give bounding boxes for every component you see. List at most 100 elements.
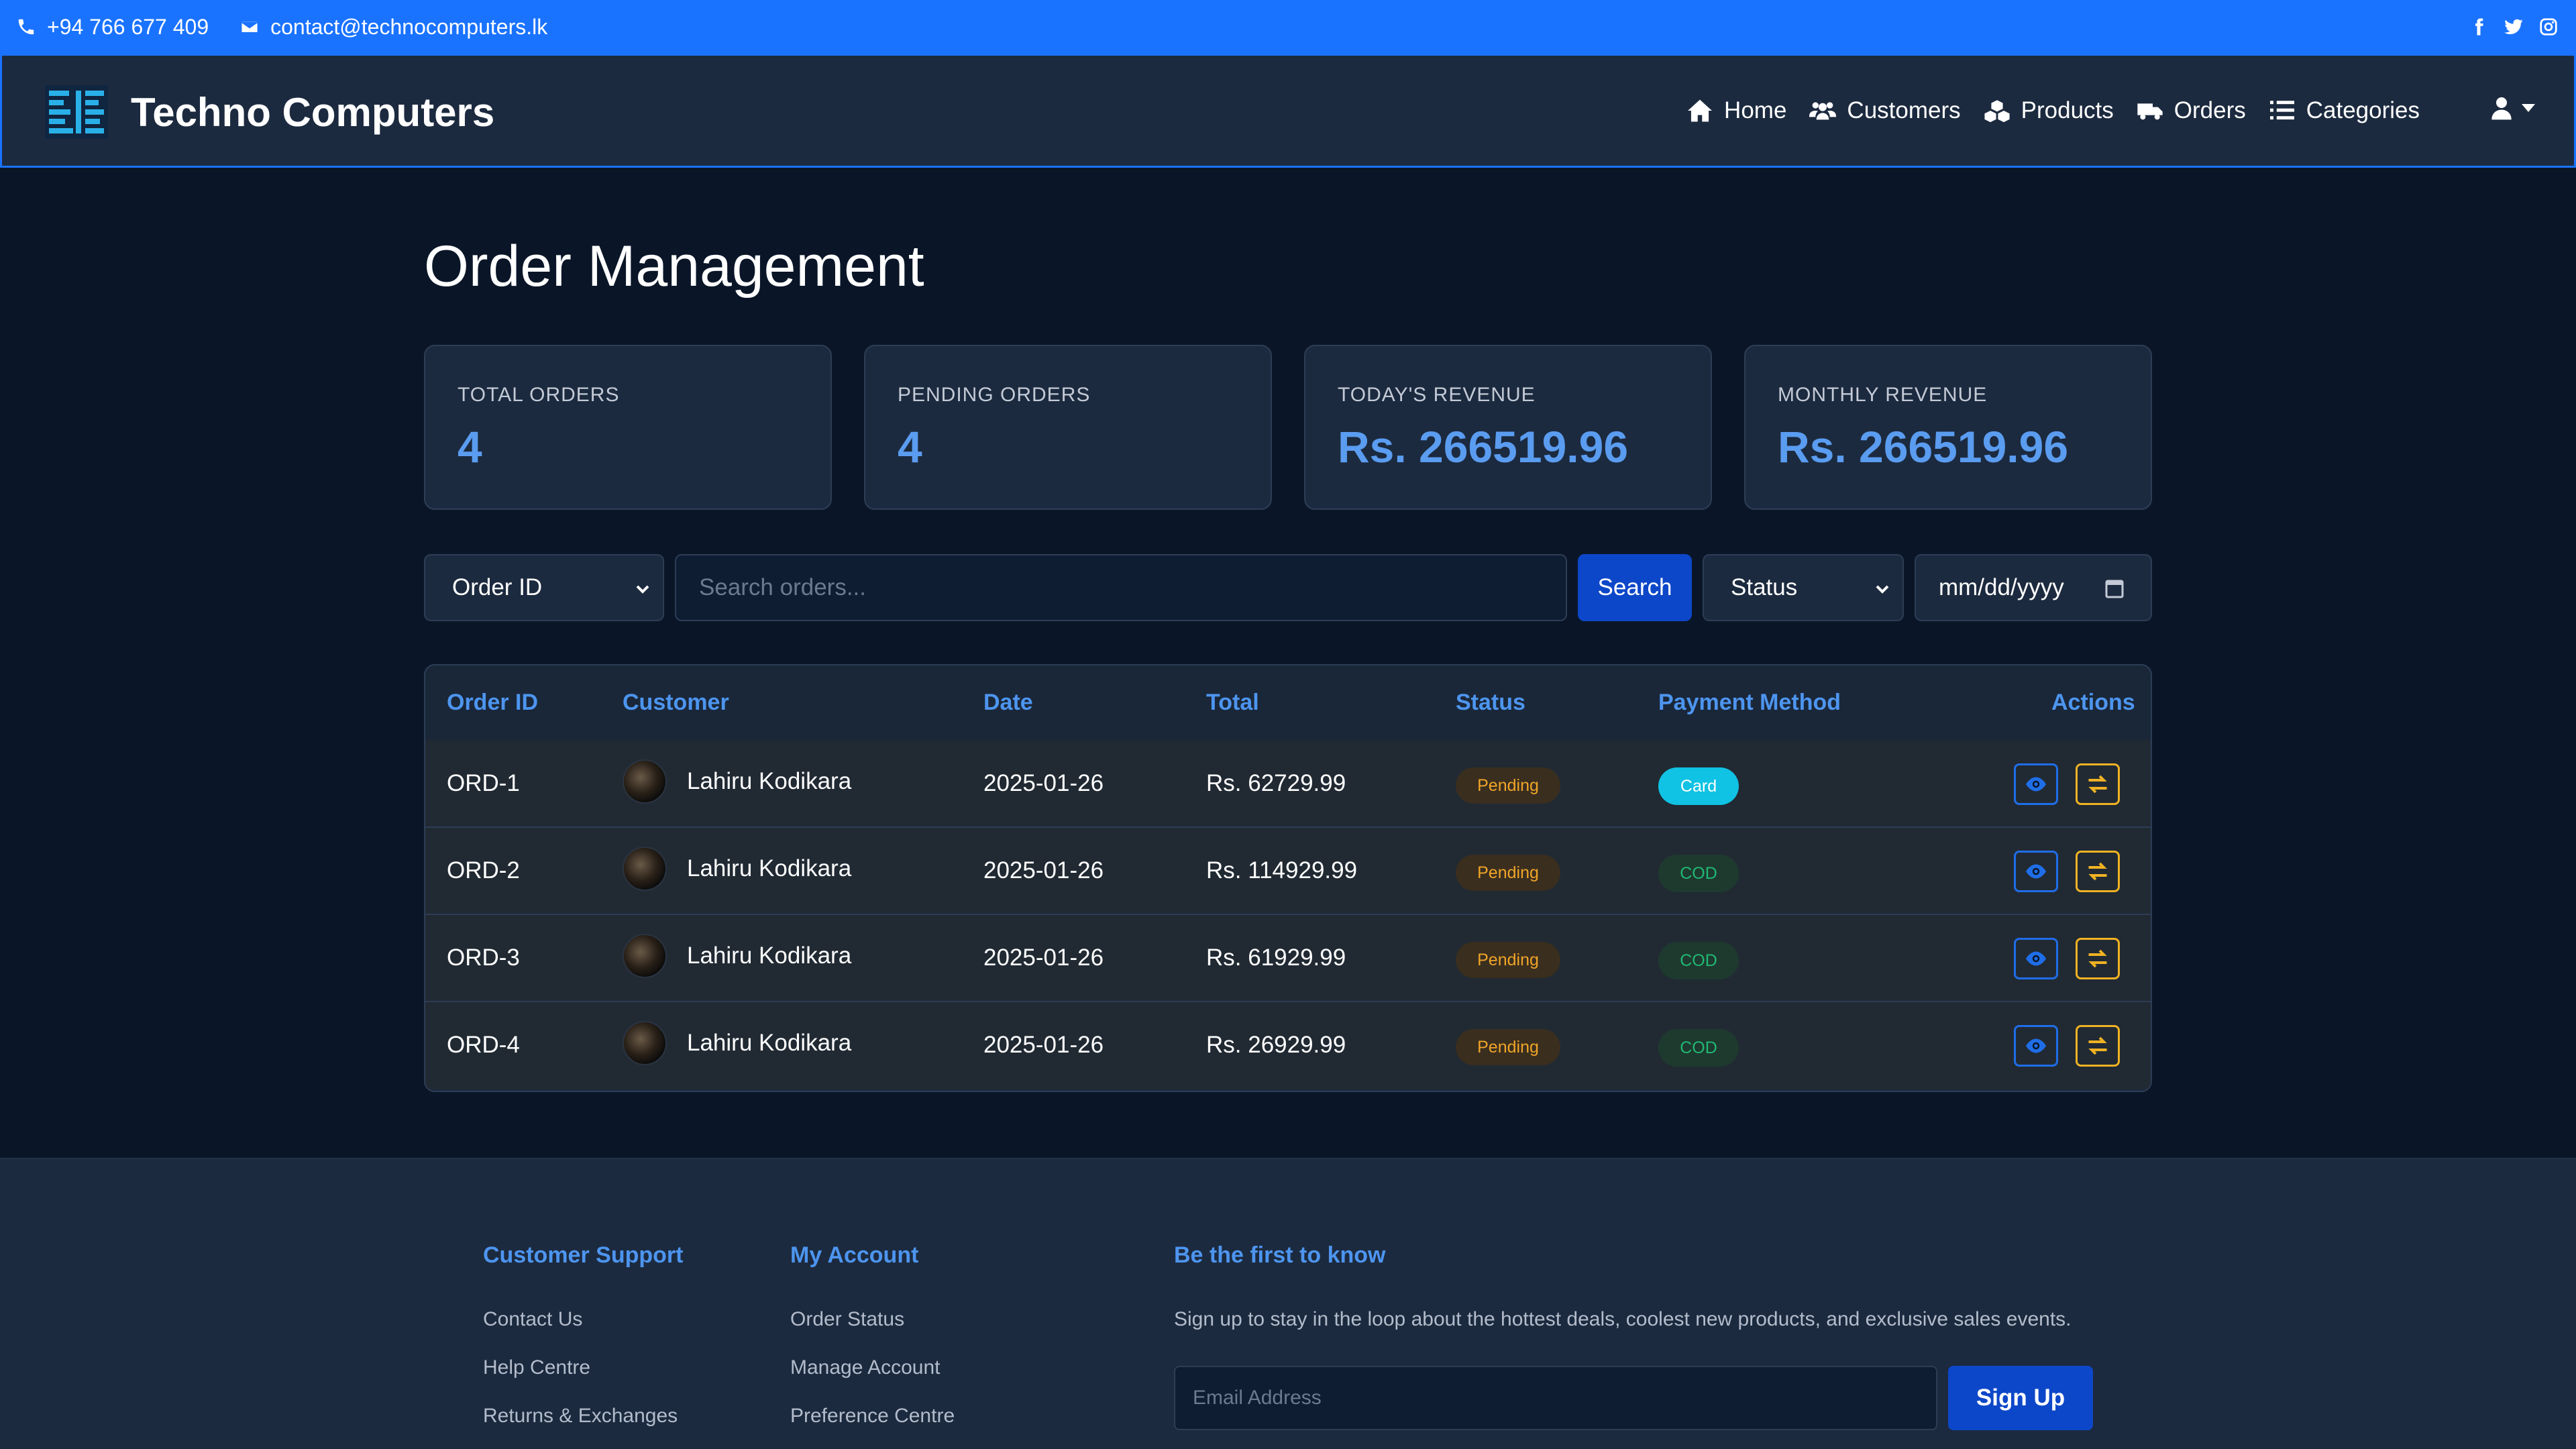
avatar xyxy=(623,934,667,978)
truck-icon xyxy=(2137,103,2163,120)
envelope-icon xyxy=(240,20,259,34)
signup-button[interactable]: Sign Up xyxy=(1948,1366,2093,1430)
order-date: 2025-01-26 xyxy=(983,945,1104,971)
change-status-button[interactable] xyxy=(2076,1025,2120,1067)
eye-icon xyxy=(2026,1038,2046,1053)
col-header-customer[interactable]: Customer xyxy=(623,690,729,716)
user-menu[interactable] xyxy=(2491,96,2535,120)
order-id: ORD-1 xyxy=(447,770,520,796)
page-title: Order Management xyxy=(424,234,924,299)
col-header-order-id[interactable]: Order ID xyxy=(447,690,538,716)
nav-label: Customers xyxy=(1847,97,1961,123)
customer-cell: Lahiru Kodikara xyxy=(623,934,851,978)
home-icon xyxy=(1688,99,1713,122)
footer-support-title: Customer Support xyxy=(483,1242,684,1268)
footer-newsletter-title: Be the first to know xyxy=(1174,1242,1386,1268)
social-links xyxy=(2469,0,2559,54)
payment-badge: COD xyxy=(1658,942,1739,979)
order-id: ORD-3 xyxy=(447,945,520,971)
view-order-button[interactable] xyxy=(2014,763,2058,805)
nav-item-categories[interactable]: Categories xyxy=(2269,97,2420,124)
customer-cell: Lahiru Kodikara xyxy=(623,759,851,804)
search-placeholder: Search orders... xyxy=(699,574,866,600)
status-badge: Pending xyxy=(1456,1029,1560,1065)
change-status-button[interactable] xyxy=(2076,938,2120,979)
brand-logo-icon xyxy=(45,85,108,139)
nav-item-home[interactable]: Home xyxy=(1686,97,1786,124)
view-order-button[interactable] xyxy=(2014,1025,2058,1067)
search-by-select[interactable]: Order ID xyxy=(424,554,664,621)
nav-item-customers[interactable]: Customers xyxy=(1809,97,1961,124)
stat-label: TODAY'S REVENUE xyxy=(1338,384,1536,406)
avatar xyxy=(623,847,667,891)
status-badge: Pending xyxy=(1456,942,1560,978)
change-status-button[interactable] xyxy=(2076,763,2120,805)
view-order-button[interactable] xyxy=(2014,938,2058,979)
stat-value: Rs. 266519.96 xyxy=(1778,422,2069,472)
brand-name: Techno Computers xyxy=(131,89,495,135)
avatar xyxy=(623,1021,667,1065)
table-row: ORD-1 Lahiru Kodikara 2025-01-26 Rs. 627… xyxy=(425,741,2151,828)
payment-badge: COD xyxy=(1658,855,1739,892)
email-placeholder: Email Address xyxy=(1193,1387,1322,1409)
col-header-date[interactable]: Date xyxy=(983,690,1033,716)
order-date: 2025-01-26 xyxy=(983,1032,1104,1058)
exchange-icon xyxy=(2088,949,2107,968)
facebook-icon[interactable] xyxy=(2469,17,2489,37)
status-select[interactable]: Status xyxy=(1703,554,1904,621)
email-contact[interactable]: contact@technocomputers.lk xyxy=(239,15,547,40)
col-header-status[interactable]: Status xyxy=(1456,690,1525,716)
search-input[interactable]: Search orders... xyxy=(675,554,1567,621)
stat-label: PENDING ORDERS xyxy=(898,384,1091,406)
status-badge: Pending xyxy=(1456,767,1560,804)
nav-label: Categories xyxy=(2306,97,2420,123)
stat-card-monthly-revenue: MONTHLY REVENUE Rs. 266519.96 xyxy=(1744,345,2152,510)
stat-value: Rs. 266519.96 xyxy=(1338,422,1629,472)
col-header-total[interactable]: Total xyxy=(1206,690,1259,716)
order-total: Rs. 61929.99 xyxy=(1206,945,1346,971)
order-total: Rs. 26929.99 xyxy=(1206,1032,1346,1058)
col-header-payment-method[interactable]: Payment Method xyxy=(1658,690,1841,716)
phone-contact[interactable]: +94 766 677 409 xyxy=(16,15,209,40)
caret-down-icon xyxy=(2522,104,2535,112)
calendar-icon[interactable] xyxy=(2105,578,2124,598)
nav-menu: Home Customers Products Orders Categorie… xyxy=(1686,56,2420,166)
brand[interactable]: Techno Computers xyxy=(45,85,494,139)
search-button-label: Search xyxy=(1597,574,1672,600)
footer-link-order-status[interactable]: Order Status xyxy=(790,1308,904,1331)
exchange-icon xyxy=(2088,775,2107,794)
col-header-actions: Actions xyxy=(2051,690,2135,715)
table-header: Order ID Customer Date Total Status Paym… xyxy=(425,665,2151,742)
date-placeholder: mm/dd/yyyy xyxy=(1939,574,2064,600)
user-icon xyxy=(2491,97,2512,120)
order-date: 2025-01-26 xyxy=(983,857,1104,883)
customer-cell: Lahiru Kodikara xyxy=(623,847,851,891)
twitter-icon[interactable] xyxy=(2504,17,2524,37)
date-filter-input[interactable]: mm/dd/yyyy xyxy=(1915,554,2152,621)
footer-link-contact-us[interactable]: Contact Us xyxy=(483,1308,582,1331)
change-status-button[interactable] xyxy=(2076,851,2120,892)
order-total: Rs. 114929.99 xyxy=(1206,857,1358,883)
footer-link-preference-centre[interactable]: Preference Centre xyxy=(790,1405,955,1428)
footer-link-manage-account[interactable]: Manage Account xyxy=(790,1356,941,1379)
view-order-button[interactable] xyxy=(2014,851,2058,892)
nav-item-products[interactable]: Products xyxy=(1984,97,2114,124)
order-id: ORD-2 xyxy=(447,857,520,883)
newsletter-email-input[interactable]: Email Address xyxy=(1174,1366,1937,1430)
stat-label: MONTHLY REVENUE xyxy=(1778,384,1988,406)
order-total: Rs. 62729.99 xyxy=(1206,770,1346,796)
search-by-value: Order ID xyxy=(452,574,543,600)
top-contact-bar: +94 766 677 409 contact@technocomputers.… xyxy=(0,0,2576,54)
customer-name: Lahiru Kodikara xyxy=(687,855,852,881)
newsletter-description: Sign up to stay in the loop about the ho… xyxy=(1174,1308,2072,1330)
footer-link-help-centre[interactable]: Help Centre xyxy=(483,1356,590,1379)
cubes-icon xyxy=(1984,100,2010,123)
footer-link-returns[interactable]: Returns & Exchanges xyxy=(483,1405,678,1428)
footer: Customer Support Contact Us Help Centre … xyxy=(0,1158,2576,1449)
table-row: ORD-4 Lahiru Kodikara 2025-01-26 Rs. 269… xyxy=(425,1002,2151,1089)
status-select-value: Status xyxy=(1731,574,1798,600)
nav-item-orders[interactable]: Orders xyxy=(2137,97,2246,124)
customer-name: Lahiru Kodikara xyxy=(687,1030,852,1056)
search-button[interactable]: Search xyxy=(1578,554,1692,621)
instagram-icon[interactable] xyxy=(2538,17,2559,37)
